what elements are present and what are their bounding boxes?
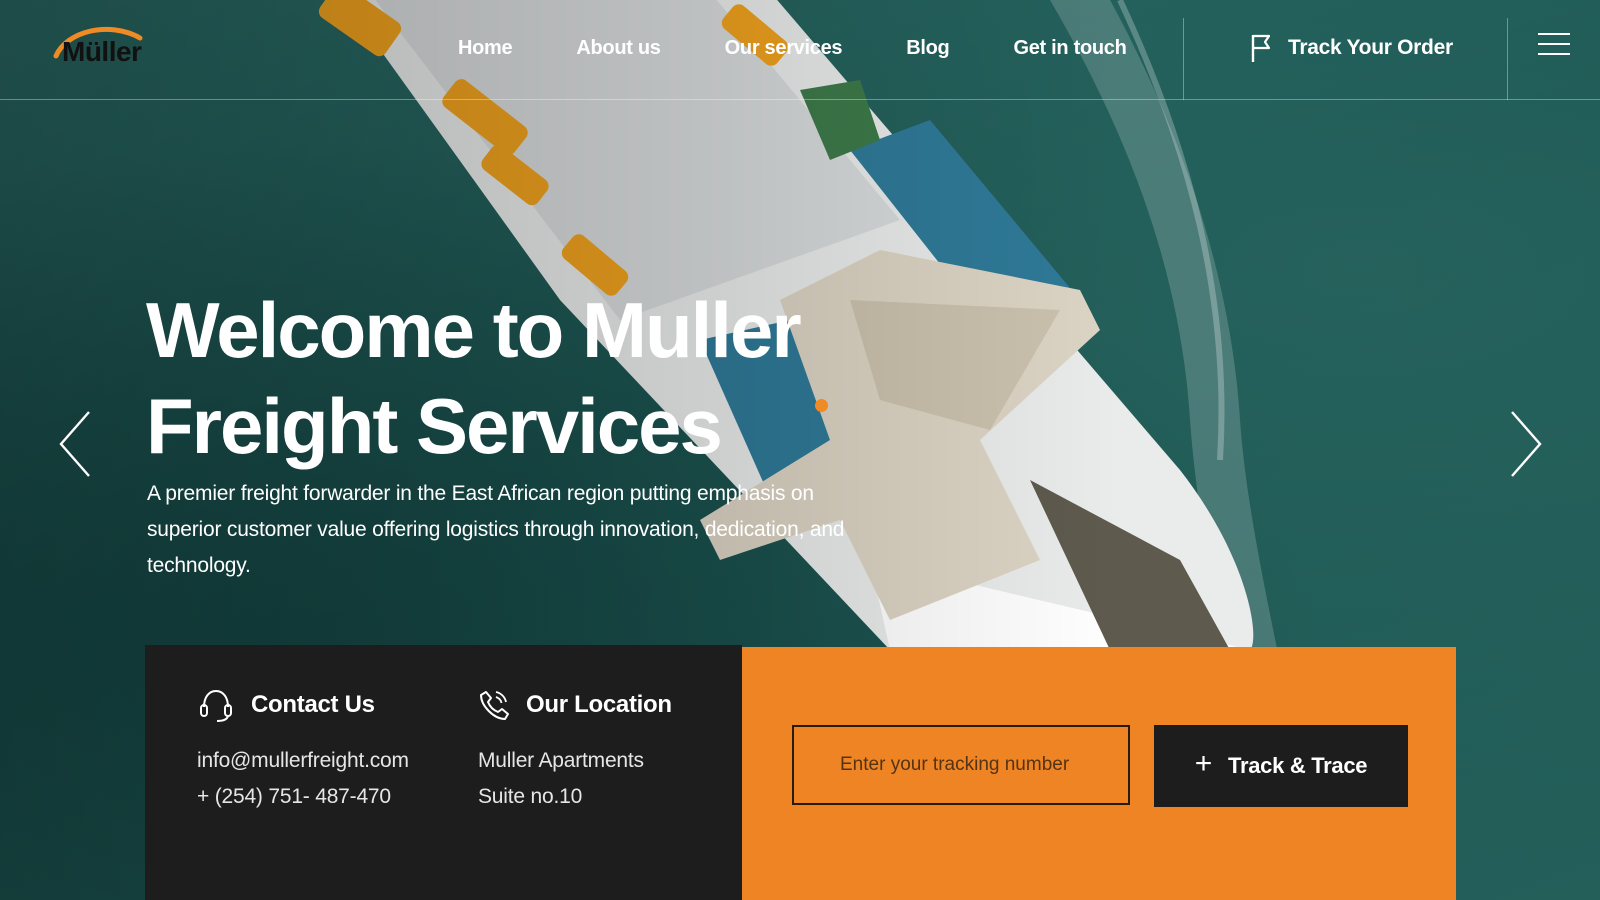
track-order-link[interactable]: Track Your Order (1250, 28, 1453, 68)
hero-title-line-1: Welcome to Muller (146, 286, 802, 374)
plus-icon: + (1194, 747, 1213, 780)
hamburger-menu-icon[interactable] (1538, 30, 1570, 58)
header-divider (1507, 18, 1508, 100)
flag-icon (1251, 34, 1271, 62)
location-title: Our Location (526, 691, 672, 718)
chevron-left-icon[interactable] (55, 408, 95, 480)
tracking-number-input[interactable] (792, 725, 1130, 805)
tracking-panel: + Track & Trace (742, 647, 1456, 900)
nav-about-us[interactable]: About us (576, 30, 661, 66)
track-and-trace-label: Track & Trace (1228, 753, 1368, 778)
location-line-2: Suite no.10 (478, 785, 583, 808)
chevron-right-icon[interactable] (1506, 408, 1546, 480)
headset-icon (200, 689, 232, 722)
site-header: Müller Home About us Our services Blog G… (0, 0, 1600, 100)
hero-title: Welcome to Muller Freight Services (146, 282, 906, 474)
nav-home[interactable]: Home (458, 30, 513, 66)
main-nav: Home About us Our services Blog Get in t… (458, 30, 1191, 66)
logo-text: Müller (62, 36, 142, 67)
phone-icon (480, 691, 509, 720)
contact-block: Contact Us info@mullerfreight.com + (254… (197, 685, 409, 815)
contact-email[interactable]: info@mullerfreight.com (197, 743, 409, 779)
track-order-label: Track Your Order (1288, 36, 1453, 59)
nav-get-in-touch[interactable]: Get in touch (1013, 30, 1126, 66)
hero-subtitle: A premier freight forwarder in the East … (147, 482, 845, 577)
slider-indicator-dot[interactable] (815, 399, 828, 412)
brand-logo[interactable]: Müller (52, 20, 152, 72)
location-block: Our Location Muller Apartments Suite no.… (478, 685, 672, 815)
hero-title-line-2: Freight Services (146, 382, 723, 470)
location-heading: Our Location (478, 685, 672, 725)
contact-heading: Contact Us (197, 685, 409, 725)
header-divider (1183, 18, 1184, 100)
contact-phone[interactable]: + (254) 751- 487-470 (197, 779, 409, 815)
contact-title: Contact Us (251, 691, 375, 718)
location-line-1: Muller Apartments (478, 749, 644, 772)
track-and-trace-button[interactable]: + Track & Trace (1154, 725, 1408, 807)
nav-blog[interactable]: Blog (906, 30, 950, 66)
contact-panel: Contact Us info@mullerfreight.com + (254… (145, 645, 742, 900)
nav-our-services[interactable]: Our services (725, 30, 843, 66)
